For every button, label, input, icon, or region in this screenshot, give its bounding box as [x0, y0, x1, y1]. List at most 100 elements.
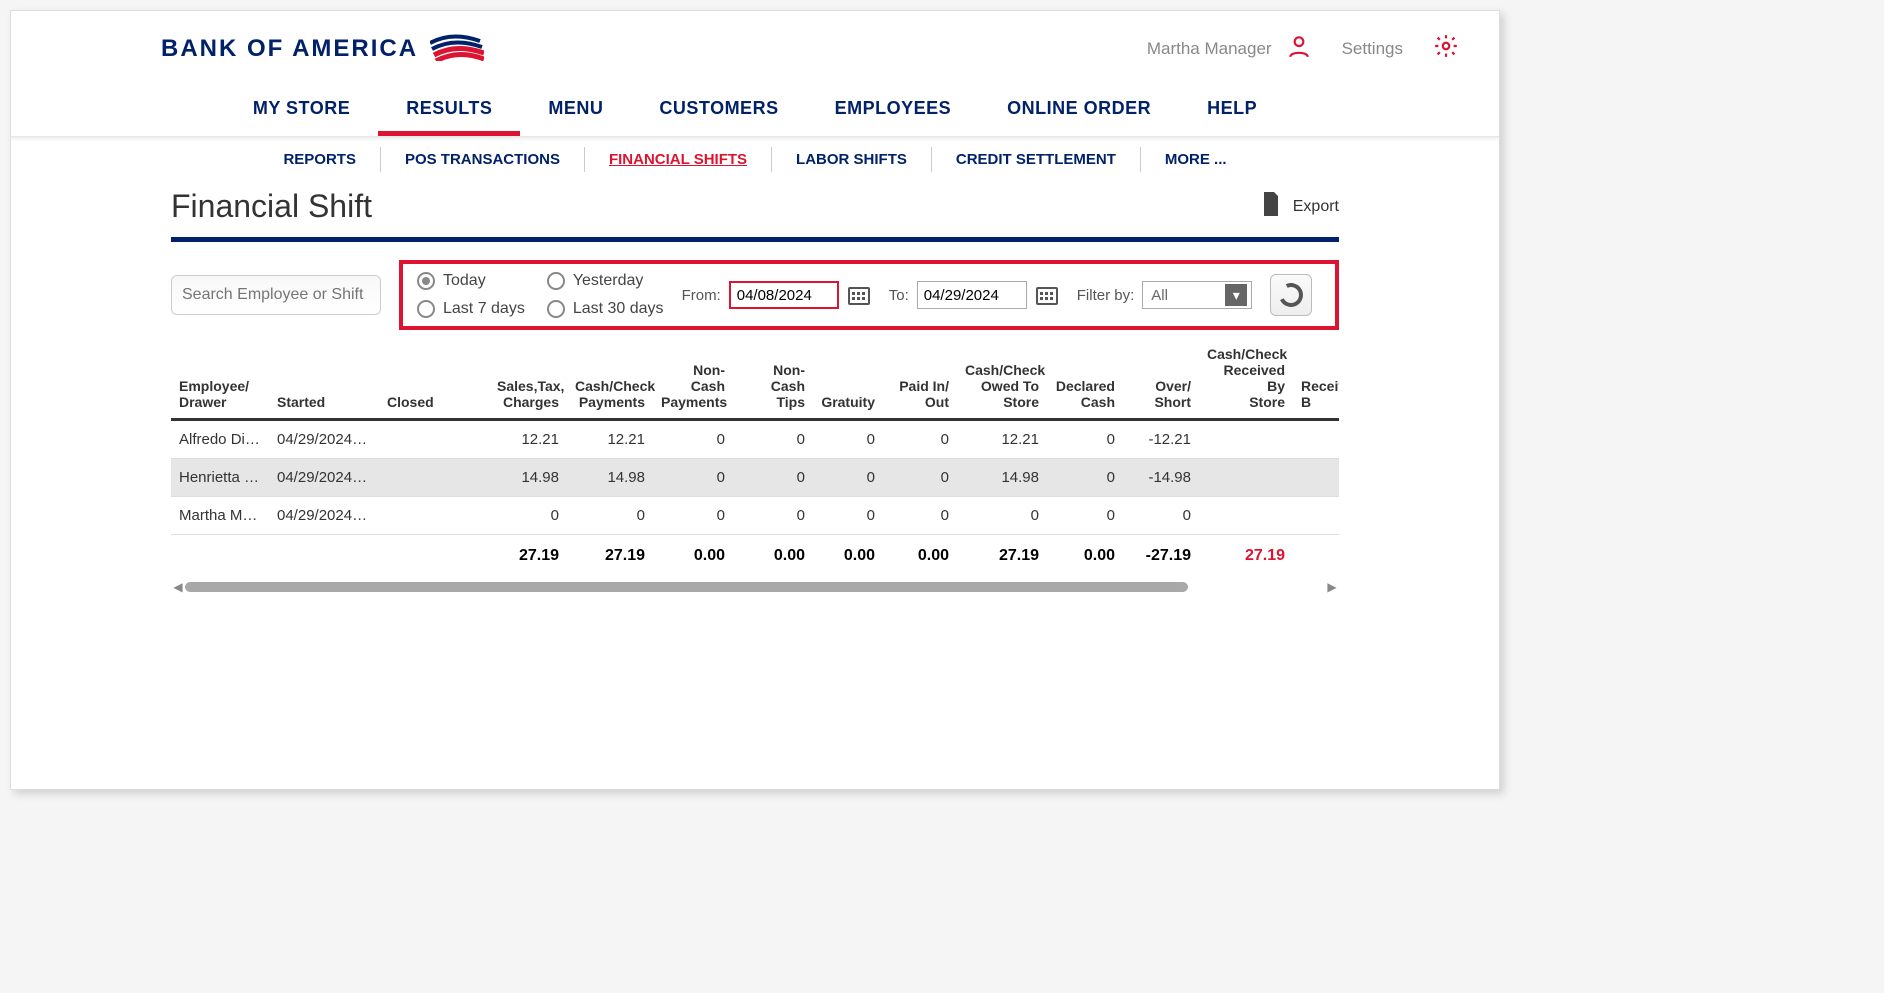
radio-dot-icon: [547, 300, 565, 318]
filter-by-select[interactable]: All ▾: [1142, 281, 1252, 309]
table-row[interactable]: Alfredo Diego, : 04/29/2024 01:… 12.21 1…: [171, 420, 1339, 459]
cell-overshort: -12.21: [1123, 420, 1199, 459]
radio-last-7-days[interactable]: Last 7 days: [417, 300, 525, 318]
radio-label: Last 7 days: [443, 300, 525, 318]
cell-owed: 0: [957, 497, 1047, 535]
col-cash-payments[interactable]: Cash/CheckPayments: [567, 342, 653, 420]
cell-gratuity: 0: [813, 420, 883, 459]
subnav-financial-shifts[interactable]: FINANCIAL SHIFTS: [585, 147, 772, 172]
brand-text: BANK OF AMERICA: [161, 35, 418, 63]
cell-declared: 0: [1047, 497, 1123, 535]
refresh-icon: [1276, 280, 1307, 311]
cell-cashpay: 0: [567, 497, 653, 535]
radio-today[interactable]: Today: [417, 272, 525, 290]
content: Financial Shift Export Today Yes: [11, 180, 1499, 593]
settings-link[interactable]: Settings: [1342, 39, 1403, 59]
subnav-more[interactable]: MORE ...: [1141, 147, 1251, 172]
radio-label: Last 30 days: [573, 300, 664, 318]
user-name[interactable]: Martha Manager: [1147, 33, 1312, 64]
total-sales: 27.19: [489, 535, 567, 578]
col-gratuity[interactable]: Gratuity: [813, 342, 883, 420]
radio-yesterday[interactable]: Yesterday: [547, 272, 664, 290]
cell-received: [1199, 497, 1293, 535]
total-gratuity: 0.00: [813, 535, 883, 578]
cell-closed: [379, 459, 489, 497]
cell-noncashtips: 0: [733, 420, 813, 459]
radio-dot-icon: [417, 300, 435, 318]
col-employee[interactable]: Employee/Drawer: [171, 342, 269, 420]
cell-noncashpay: 0: [653, 420, 733, 459]
from-date-input[interactable]: [729, 281, 839, 309]
export-label: Export: [1293, 198, 1339, 216]
col-started[interactable]: Started: [269, 342, 379, 420]
cell-paidinout: 0: [883, 459, 957, 497]
filter-by-group: Filter by: All ▾: [1077, 281, 1253, 309]
col-overshort[interactable]: Over/Short: [1123, 342, 1199, 420]
table-body: Alfredo Diego, : 04/29/2024 01:… 12.21 1…: [171, 420, 1339, 535]
export-button[interactable]: Export: [1261, 192, 1339, 221]
col-declared[interactable]: DeclaredCash: [1047, 342, 1123, 420]
nav-menu[interactable]: MENU: [520, 86, 631, 136]
refresh-button[interactable]: [1270, 274, 1312, 316]
total-noncashtips: 0.00: [733, 535, 813, 578]
scroll-right-icon[interactable]: ▶: [1325, 580, 1339, 593]
gear-icon[interactable]: [1433, 33, 1459, 64]
nav-online-order[interactable]: ONLINE ORDER: [979, 86, 1179, 136]
cell-paidinout: 0: [883, 420, 957, 459]
cell-receivedb: [1293, 497, 1339, 535]
scroll-left-icon[interactable]: ◀: [171, 580, 185, 593]
scroll-thumb[interactable]: [185, 582, 1188, 592]
cell-employee: Henrietta Hoste: [171, 459, 269, 497]
nav-my-store[interactable]: MY STORE: [225, 86, 378, 136]
cell-noncashtips: 0: [733, 497, 813, 535]
cell-receivedb: [1293, 420, 1339, 459]
nav-customers[interactable]: CUSTOMERS: [631, 86, 806, 136]
main-nav: MY STORE RESULTS MENU CUSTOMERS EMPLOYEE…: [11, 86, 1499, 137]
cell-sales: 12.21: [489, 420, 567, 459]
col-closed[interactable]: Closed: [379, 342, 489, 420]
radio-dot-icon: [547, 272, 565, 290]
col-received-b[interactable]: Received B: [1293, 342, 1339, 420]
subnav-pos-transactions[interactable]: POS TRANSACTIONS: [381, 147, 585, 172]
horizontal-scrollbar[interactable]: ◀ ▶: [171, 581, 1339, 593]
cell-paidinout: 0: [883, 497, 957, 535]
nav-results[interactable]: RESULTS: [378, 86, 520, 136]
scroll-track[interactable]: [185, 582, 1325, 592]
subnav-reports[interactable]: REPORTS: [259, 147, 381, 172]
table-wrap: ☚ Employee/Drawer Started Closed Sales,T…: [171, 342, 1339, 593]
col-noncash-tips[interactable]: Non-CashTips: [733, 342, 813, 420]
document-icon: [1261, 192, 1281, 221]
nav-employees[interactable]: EMPLOYEES: [807, 86, 980, 136]
cell-sales: 14.98: [489, 459, 567, 497]
search-input[interactable]: [171, 275, 381, 315]
calendar-icon[interactable]: [1035, 284, 1059, 306]
to-date-group: To:: [889, 281, 1059, 309]
filter-highlight-box: Today Yesterday Last 7 days Last 30 days: [399, 260, 1339, 330]
calendar-icon[interactable]: [847, 284, 871, 306]
to-date-input[interactable]: [917, 281, 1027, 309]
from-date-group: From:: [682, 281, 871, 309]
total-cashpay: 27.19: [567, 535, 653, 578]
subnav-labor-shifts[interactable]: LABOR SHIFTS: [772, 147, 932, 172]
table-header: Employee/Drawer Started Closed Sales,Tax…: [171, 342, 1339, 420]
col-owed[interactable]: Cash/CheckOwed ToStore: [957, 342, 1047, 420]
cell-employee: Alfredo Diego, :: [171, 420, 269, 459]
nav-help[interactable]: HELP: [1179, 86, 1285, 136]
subnav-credit-settlement[interactable]: CREDIT SETTLEMENT: [932, 147, 1141, 172]
cell-closed: [379, 420, 489, 459]
filter-by-label: Filter by:: [1077, 287, 1135, 304]
col-noncash-payments[interactable]: Non-CashPayments: [653, 342, 733, 420]
chevron-down-icon: ▾: [1225, 284, 1247, 306]
table-row[interactable]: Martha Manage 04/29/2024 09:… 0 0 0 0 0 …: [171, 497, 1339, 535]
header: BANK OF AMERICA Martha Manager Se: [11, 11, 1499, 76]
cell-declared: 0: [1047, 420, 1123, 459]
app-window: BANK OF AMERICA Martha Manager Se: [10, 10, 1500, 790]
col-paidinout[interactable]: Paid In/Out: [883, 342, 957, 420]
col-received[interactable]: Cash/CheckReceived ByStore: [1199, 342, 1293, 420]
filter-by-value: All: [1151, 287, 1168, 304]
table-row[interactable]: Henrietta Hoste 04/29/2024 09:… 14.98 14…: [171, 459, 1339, 497]
cell-owed: 14.98: [957, 459, 1047, 497]
col-sales[interactable]: Sales,Tax,Charges: [489, 342, 567, 420]
cell-receivedb: [1293, 459, 1339, 497]
radio-last-30-days[interactable]: Last 30 days: [547, 300, 664, 318]
